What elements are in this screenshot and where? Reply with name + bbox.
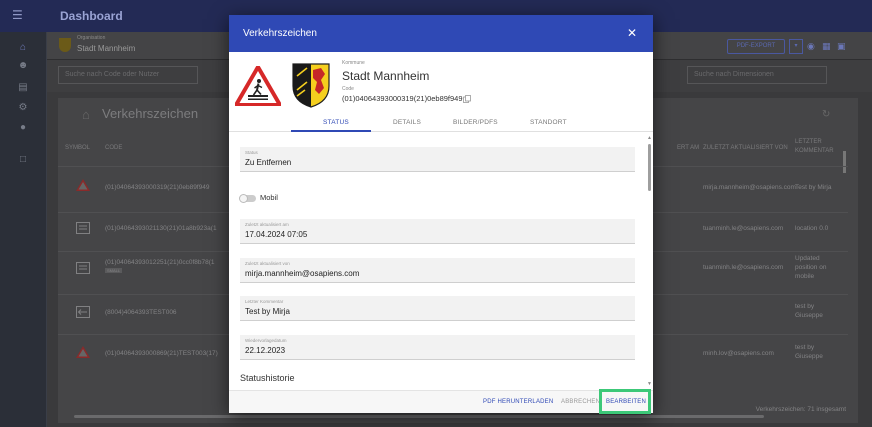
dimension-search-input[interactable]: Suche nach Dimensionen (687, 66, 827, 84)
dialog-footer: PDF HERUNTERLADEN ABBRECHEN BEARBEITEN (229, 390, 653, 413)
tab-standort[interactable]: STANDORT (530, 119, 567, 126)
close-icon[interactable]: ✕ (625, 26, 639, 40)
updated-by-value: mirja.mannheim@osapiens.com (245, 269, 360, 278)
code-value: (01)04064393000319(21)0eb89f949 (342, 94, 463, 103)
last-comment-field[interactable]: Letzter Kommentar Test by Mirja (240, 296, 635, 321)
list-icon[interactable]: ▣ (837, 41, 847, 51)
row-code[interactable]: (01)04064393021130(21)01a8b923a(1 (105, 225, 217, 232)
home-icon: ⌂ (82, 107, 90, 122)
row-updated-by: tuanminh.le@osapiens.com (703, 225, 784, 232)
panel-sign-icon (76, 222, 90, 234)
status-panel: Status Zu Entfernen Mobil Zuletzt aktual… (229, 133, 653, 390)
mannheim-coat-of-arms-icon (292, 63, 330, 108)
pdf-export-button[interactable]: PDF-EXPORT (727, 39, 785, 54)
traffic-sign-dialog: Verkehrszeichen ✕ Kommune Stadt Mannheim… (229, 15, 653, 413)
row-comment: location 0.0 (795, 225, 829, 232)
status-label: Status (245, 150, 258, 155)
horizontal-scrollbar[interactable] (74, 415, 764, 418)
card-title: Verkehrszeichen (102, 106, 199, 121)
size-badge: SMALL (105, 268, 123, 273)
date-field[interactable]: Wiedervorlagedatum 22.12.2023 (240, 335, 635, 360)
col-header-created[interactable]: ERT AM (677, 145, 699, 151)
menu-icon[interactable]: ☰ (12, 8, 26, 22)
row-comment: Updated position on mobile (795, 255, 827, 280)
row-updated-by: mirja.mannheim@osapiens.com (703, 184, 796, 191)
dialog-header: Verkehrszeichen ✕ (229, 15, 653, 52)
app-title: Dashboard (60, 9, 123, 23)
account-icon[interactable]: ● (17, 122, 29, 134)
kommune-label: Kommune (342, 60, 365, 66)
date-label: Wiedervorlagedatum (245, 338, 287, 343)
mobil-toggle[interactable] (239, 194, 256, 203)
updated-at-value: 17.04.2024 07:05 (245, 230, 308, 239)
status-field[interactable]: Status Zu Entfernen (240, 147, 635, 172)
row-comment: test by Giuseppe (795, 344, 823, 360)
col-header-last-comment[interactable]: LETZTER KOMMENTAR (795, 138, 835, 156)
updated-at-label: Zuletzt aktualisiert am (245, 222, 289, 227)
view-icon[interactable]: ◉ (807, 41, 817, 51)
chart-icon[interactable]: ▤ (17, 82, 29, 94)
dialog-scrollbar[interactable] (648, 144, 651, 191)
col-header-updated-by[interactable]: ZULETZT AKTUALISIERT VON (703, 145, 788, 151)
row-code[interactable]: (01)04064393000319(21)0eb89f949 (105, 184, 209, 191)
updated-by-label: Zuletzt aktualisiert von (245, 261, 290, 266)
mobil-label: Mobil (260, 193, 278, 202)
updated-at-field[interactable]: Zuletzt aktualisiert am 17.04.2024 07:05 (240, 219, 635, 244)
panel-sign-icon (76, 262, 90, 274)
row-code[interactable]: (01)04064393000869(21)TEST003(17) (105, 350, 218, 357)
tab-bilder-pdfs[interactable]: BILDER/PDFS (453, 119, 498, 126)
row-updated-by: minh.lov@osapiens.com (703, 350, 774, 357)
row-comment: test by Giuseppe (795, 303, 823, 319)
toggle-knob (239, 194, 248, 203)
org-label: Organisation (77, 35, 106, 41)
cancel-button[interactable]: ABBRECHEN (561, 399, 600, 405)
kommune-value: Stadt Mannheim (342, 69, 430, 83)
nav-rail: ⌂ ☻ ▤ ⚙ ● □ (0, 32, 47, 427)
row-comment: Test by Mirja (795, 184, 832, 191)
date-value: 22.12.2023 (245, 346, 286, 355)
grid-icon[interactable]: ▦ (822, 41, 832, 51)
code-label: Code (342, 86, 354, 92)
refresh-icon[interactable]: ↻ (822, 109, 830, 120)
dialog-title: Verkehrszeichen (243, 28, 317, 39)
org-crest-icon (59, 38, 71, 52)
last-comment-label: Letzter Kommentar (245, 299, 284, 304)
logout-icon[interactable]: □ (17, 154, 29, 166)
updated-by-field[interactable]: Zuletzt aktualisiert von mirja.mannheim@… (240, 258, 635, 283)
export-dropdown-button[interactable]: ▾ (789, 39, 803, 54)
warning-sign-icon (76, 179, 90, 191)
tab-status[interactable]: STATUS (323, 119, 349, 126)
table-scrollbar[interactable] (843, 151, 846, 173)
col-header-symbol[interactable]: SYMBOL (65, 145, 90, 151)
pedestrian-crossing-sign-icon (235, 66, 281, 106)
org-name: Stadt Mannheim (77, 44, 136, 53)
row-updated-by: tuanminh.le@osapiens.com (703, 264, 784, 271)
col-header-code[interactable]: CODE (105, 145, 122, 151)
edit-button-highlight (599, 389, 651, 414)
row-code[interactable]: (01)04064393012251(21)0cc0f8b78(1 (105, 259, 215, 266)
dialog-tabs: STATUS DETAILS BILDER/PDFS STANDORT (229, 112, 653, 132)
search-input[interactable]: Suche nach Code oder Nutzer (58, 66, 198, 84)
home-icon[interactable]: ⌂ (17, 42, 29, 54)
warning-sign-icon (76, 346, 90, 358)
status-value: Zu Entfernen (245, 158, 292, 167)
tab-details[interactable]: DETAILS (393, 119, 421, 126)
copy-icon[interactable] (463, 95, 471, 103)
arrow-sign-icon (76, 306, 90, 318)
users-icon[interactable]: ☻ (17, 60, 29, 72)
total-count: Verkehrszeichen: 71 insgesamt (755, 406, 846, 413)
scroll-down-icon[interactable]: ▼ (647, 381, 652, 387)
gear-icon[interactable]: ⚙ (17, 102, 29, 114)
status-history-heading: Statushistorie (240, 373, 295, 383)
sign-info: Kommune Stadt Mannheim Code (01)04064393… (229, 52, 653, 112)
scroll-up-icon[interactable]: ▲ (647, 135, 652, 141)
row-code[interactable]: (8004)4064393TEST006 (105, 309, 177, 316)
active-tab-indicator (291, 130, 371, 132)
pdf-download-button[interactable]: PDF HERUNTERLADEN (483, 399, 553, 405)
last-comment-value: Test by Mirja (245, 307, 290, 316)
